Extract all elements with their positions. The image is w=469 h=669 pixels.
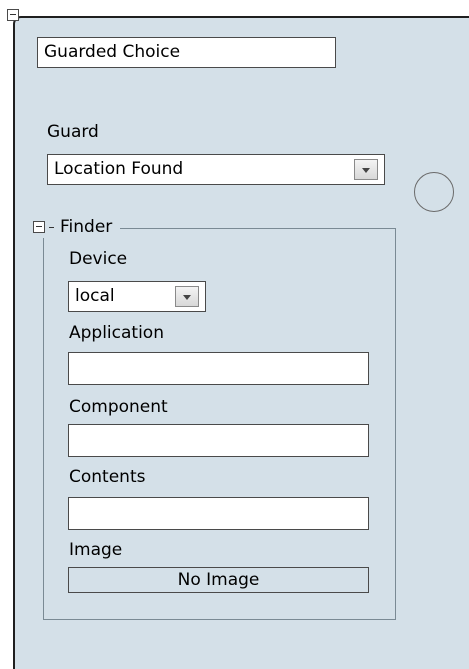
chevron-down-icon[interactable] [354, 159, 378, 180]
application-label: Application [69, 323, 164, 343]
contents-input[interactable] [68, 497, 369, 530]
finder-collapse-icon[interactable] [33, 221, 45, 233]
device-label: Device [69, 249, 128, 269]
finder-title: Finder [60, 217, 113, 237]
device-select[interactable]: local [68, 281, 206, 312]
image-label: Image [69, 540, 123, 560]
finder-legend: Finder [30, 216, 121, 238]
choice-name-input[interactable]: Guarded Choice [37, 37, 336, 68]
guard-select[interactable]: Location Found [47, 154, 385, 185]
image-placeholder[interactable]: No Image [68, 567, 369, 593]
device-select-value: local [75, 286, 115, 306]
contents-label: Contents [69, 467, 146, 487]
connector-circle-icon[interactable] [414, 172, 454, 212]
collapse-toggle-icon[interactable] [7, 9, 19, 21]
component-label: Component [69, 397, 168, 417]
guard-label: Guard [47, 122, 99, 142]
component-input[interactable] [68, 424, 369, 457]
legend-dash [49, 226, 54, 228]
application-input[interactable] [68, 352, 369, 385]
guard-select-value: Location Found [54, 159, 184, 179]
chevron-down-icon[interactable] [175, 286, 199, 307]
guarded-choice-editor: Guarded Choice Guard Location Found Find… [0, 0, 469, 669]
